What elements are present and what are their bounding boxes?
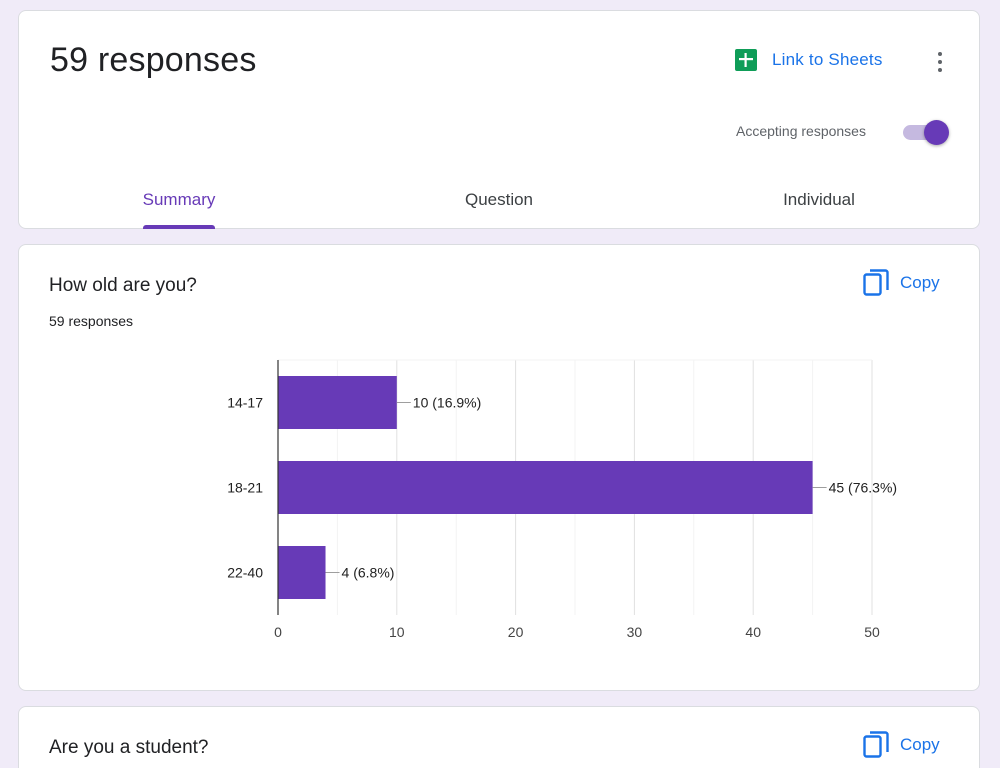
toggle-thumb <box>924 120 949 145</box>
copy-label-2: Copy <box>900 735 940 754</box>
question-summary-card: How old are you? 59 responses Copy 14-17… <box>18 244 980 691</box>
category-label: 22-40 <box>227 565 263 581</box>
more-options-icon[interactable] <box>929 49 951 75</box>
response-tabs: Summary Question Individual <box>19 181 979 229</box>
category-label: 18-21 <box>227 480 263 496</box>
sheets-icon <box>735 49 757 71</box>
question-title-2: Are you a student? <box>49 737 209 758</box>
data-label: 4 (6.8%) <box>342 565 395 581</box>
page-title: 59 responses <box>50 41 257 79</box>
age-bar-chart: 14-17 10 (16.9%) 18-21 45 (76.3%) 22-40 4 (6.… <box>227 359 897 640</box>
x-tick-label: 20 <box>508 624 524 640</box>
tab-individual[interactable]: Individual <box>659 181 979 229</box>
copy-chart-button-2[interactable]: Copy <box>863 731 940 759</box>
bar-18-21 <box>278 461 813 514</box>
link-to-sheets-button[interactable]: Link to Sheets <box>735 49 883 71</box>
bar-22-40 <box>278 546 326 599</box>
question-summary-card-2: Are you a student? Copy <box>18 706 980 768</box>
data-label: 10 (16.9%) <box>413 395 481 411</box>
responses-header-card: 59 responses Link to Sheets Accepting re… <box>18 10 980 229</box>
accepting-responses-label: Accepting responses <box>736 123 866 139</box>
active-tab-indicator <box>143 225 215 229</box>
tab-summary[interactable]: Summary <box>19 181 339 229</box>
accepting-responses-toggle[interactable] <box>903 119 951 145</box>
x-tick-label: 40 <box>745 624 761 640</box>
bar-14-17 <box>278 376 397 429</box>
tab-question[interactable]: Question <box>339 181 659 229</box>
link-to-sheets-label: Link to Sheets <box>772 50 883 69</box>
x-tick-label: 30 <box>627 624 643 640</box>
copy-icon <box>863 731 889 758</box>
category-label: 14-17 <box>227 395 263 411</box>
x-tick-label: 50 <box>864 624 880 640</box>
x-tick-label: 0 <box>274 624 282 640</box>
data-label: 45 (76.3%) <box>829 480 897 496</box>
x-tick-label: 10 <box>389 624 405 640</box>
